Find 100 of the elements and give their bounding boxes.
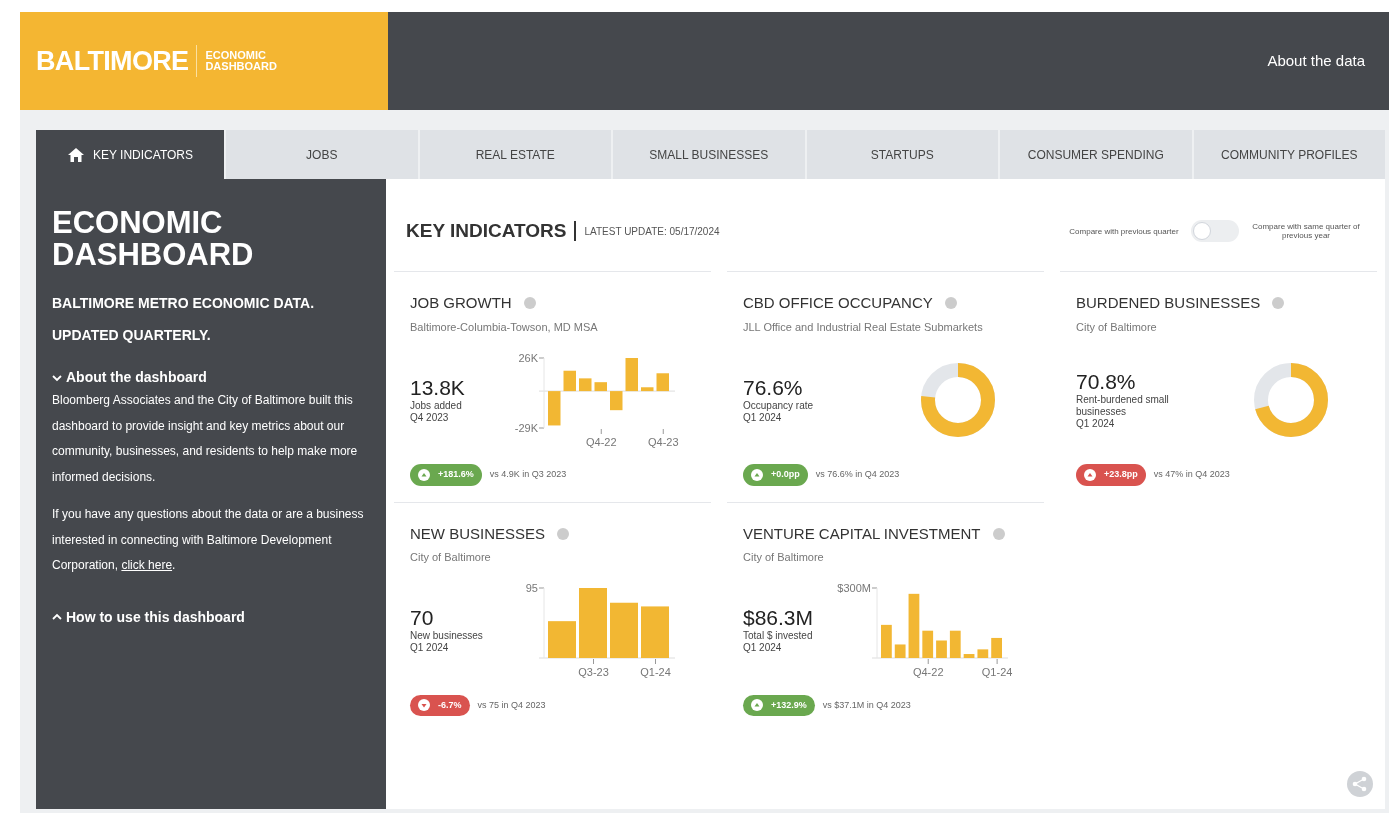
card-source: City of Baltimore: [1076, 319, 1158, 335]
metric-label: Rent-burdened small businesses: [1076, 393, 1170, 418]
bar: [563, 370, 576, 391]
x-tick-label: Q4-23: [647, 435, 679, 448]
y-tick: 95: [525, 582, 545, 594]
comparison-text: vs 76.6% in Q4 2023: [815, 468, 900, 481]
y-tick-label: $300M: [837, 582, 871, 594]
bar: [936, 640, 947, 658]
toggle-label: Compare with same quarter of previous year: [1251, 222, 1361, 240]
bar: [656, 372, 669, 391]
accordion-toggle[interactable]: How to use this dashboard: [52, 606, 370, 628]
metric-label: New businesses: [410, 630, 484, 642]
x-tick: Q3-23: [578, 658, 609, 678]
chevron-down-icon: [52, 373, 62, 382]
bar: [548, 621, 576, 658]
card-source: City of Baltimore: [410, 550, 492, 565]
change-badge: +181.6%: [410, 464, 482, 486]
x-tick: Q4-22: [585, 428, 617, 448]
accordion-toggle[interactable]: About the dashboard: [52, 367, 370, 388]
x-tick: Q4-22: [912, 658, 944, 678]
metric-value: 13.8K: [410, 375, 466, 400]
nav-tab[interactable]: REAL ESTATE: [419, 130, 611, 179]
x-tick-label: Q3-23: [578, 666, 609, 678]
info-icon[interactable]: [557, 527, 570, 540]
metric-period: Q1 2024: [743, 411, 783, 424]
change-badge: +132.9%: [743, 694, 815, 716]
bar: [579, 377, 592, 391]
sidebar-subtitle: BALTIMORE METRO ECONOMIC DATA. UPDATED QUARTERLY.: [52, 294, 316, 345]
section-title: KEY INDICATORS: [406, 218, 567, 243]
card-title: VENTURE CAPITAL INVESTMENT: [743, 523, 981, 544]
nav-tab[interactable]: KEY INDICATORS: [36, 130, 224, 179]
metric-value: 70.8%: [1076, 369, 1137, 394]
bar: [579, 588, 607, 658]
metric-label: Total $ invested: [743, 630, 814, 642]
brand-subtitle: DASHBOARD: [205, 61, 277, 72]
nav-tab[interactable]: JOBS: [226, 130, 418, 179]
comparison-text: vs 47% in Q4 2023: [1153, 468, 1230, 481]
y-tick: 26K: [518, 351, 545, 364]
bar: [594, 381, 607, 391]
toggle-label: Compare with previous quarter: [1069, 226, 1179, 236]
bar: [641, 606, 669, 658]
nav-tab[interactable]: STARTUPS: [806, 130, 998, 179]
bar: [922, 630, 934, 658]
info-icon[interactable]: [992, 527, 1005, 540]
update-date: LATEST UPDATE: 05/17/2024: [584, 224, 720, 239]
metric-period: Q1 2024: [743, 642, 783, 654]
comparison-text: vs 4.9K in Q3 2023: [489, 468, 567, 481]
nav-tab[interactable]: CONSUMER SPENDING: [1000, 130, 1192, 179]
bar: [881, 624, 892, 658]
metric-label: Jobs added: [410, 399, 463, 412]
comparison-text: vs 75 in Q4 2023: [477, 698, 546, 712]
bar: [610, 602, 638, 658]
x-tick: Q1-24: [981, 658, 1013, 678]
y-tick-label: -29K: [514, 421, 539, 434]
y-tick: $300M: [837, 582, 878, 594]
comparison-text: vs $37.1M in Q4 2023: [822, 698, 911, 712]
bar: [991, 637, 1002, 658]
y-tick-label: 26K: [518, 351, 539, 364]
card-title: CBD OFFICE OCCUPANCY: [743, 293, 933, 313]
metric-period: Q1 2024: [410, 642, 450, 654]
about-paragraph: If you have any questions about the data or are a business interested in connecting with Baltimore Development Corporation, click here.: [52, 506, 365, 574]
x-tick-label: Q4-22: [585, 435, 617, 448]
bar: [625, 357, 638, 391]
x-tick: Q1-24: [640, 658, 671, 678]
metric-period: Q1 2024: [1076, 417, 1116, 430]
bar: [963, 654, 975, 658]
change-badge: +23.8pp: [1076, 464, 1146, 486]
info-icon[interactable]: [944, 297, 957, 310]
x-tick-label: Q1-24: [981, 666, 1013, 678]
y-tick-label: 95: [525, 582, 538, 594]
chevron-up-icon: [52, 613, 62, 621]
brand-subtitle: ECONOMIC: [205, 50, 267, 61]
card-source: JLL Office and Industrial Real Estate Submarkets: [743, 319, 984, 335]
bar: [894, 644, 906, 658]
bar: [610, 390, 623, 410]
nav-tab[interactable]: COMMUNITY PROFILES: [1193, 130, 1385, 179]
metric-value: $86.3M: [743, 606, 815, 630]
card-title: JOB GROWTH: [410, 293, 512, 313]
bar: [977, 649, 989, 658]
y-tick: -29K: [514, 421, 545, 434]
info-icon[interactable]: [523, 297, 536, 310]
card-title: BURDENED BUSINESSES: [1076, 293, 1261, 313]
bar: [949, 630, 961, 658]
info-icon[interactable]: [1272, 297, 1285, 310]
x-tick: Q4-23: [647, 428, 679, 448]
compare-toggle[interactable]: [1191, 220, 1239, 242]
change-badge: +0.0pp: [743, 464, 808, 486]
share-icon[interactable]: [1347, 771, 1373, 797]
card-source: Baltimore-Columbia-Towson, MD MSA: [410, 319, 599, 335]
metric-value: 70: [410, 606, 435, 630]
about-data-link[interactable]: About the data: [1267, 49, 1365, 73]
x-tick-label: Q1-24: [640, 666, 671, 678]
card-title: NEW BUSINESSES: [410, 523, 546, 544]
nav-tab[interactable]: SMALL BUSINESSES: [613, 130, 805, 179]
metric-value: 76.6%: [743, 375, 804, 400]
sidebar-title: ECONOMIC DASHBOARD: [52, 207, 255, 271]
card-source: City of Baltimore: [743, 550, 825, 565]
x-tick-label: Q4-22: [912, 666, 944, 678]
about-paragraph: Bloomberg Associates and the City of Baltimore built this dashboard to provide insight and key metrics about our community, businesses, and residents to help make more informed decisions.: [52, 392, 359, 486]
change-badge: -6.7%: [410, 694, 470, 716]
